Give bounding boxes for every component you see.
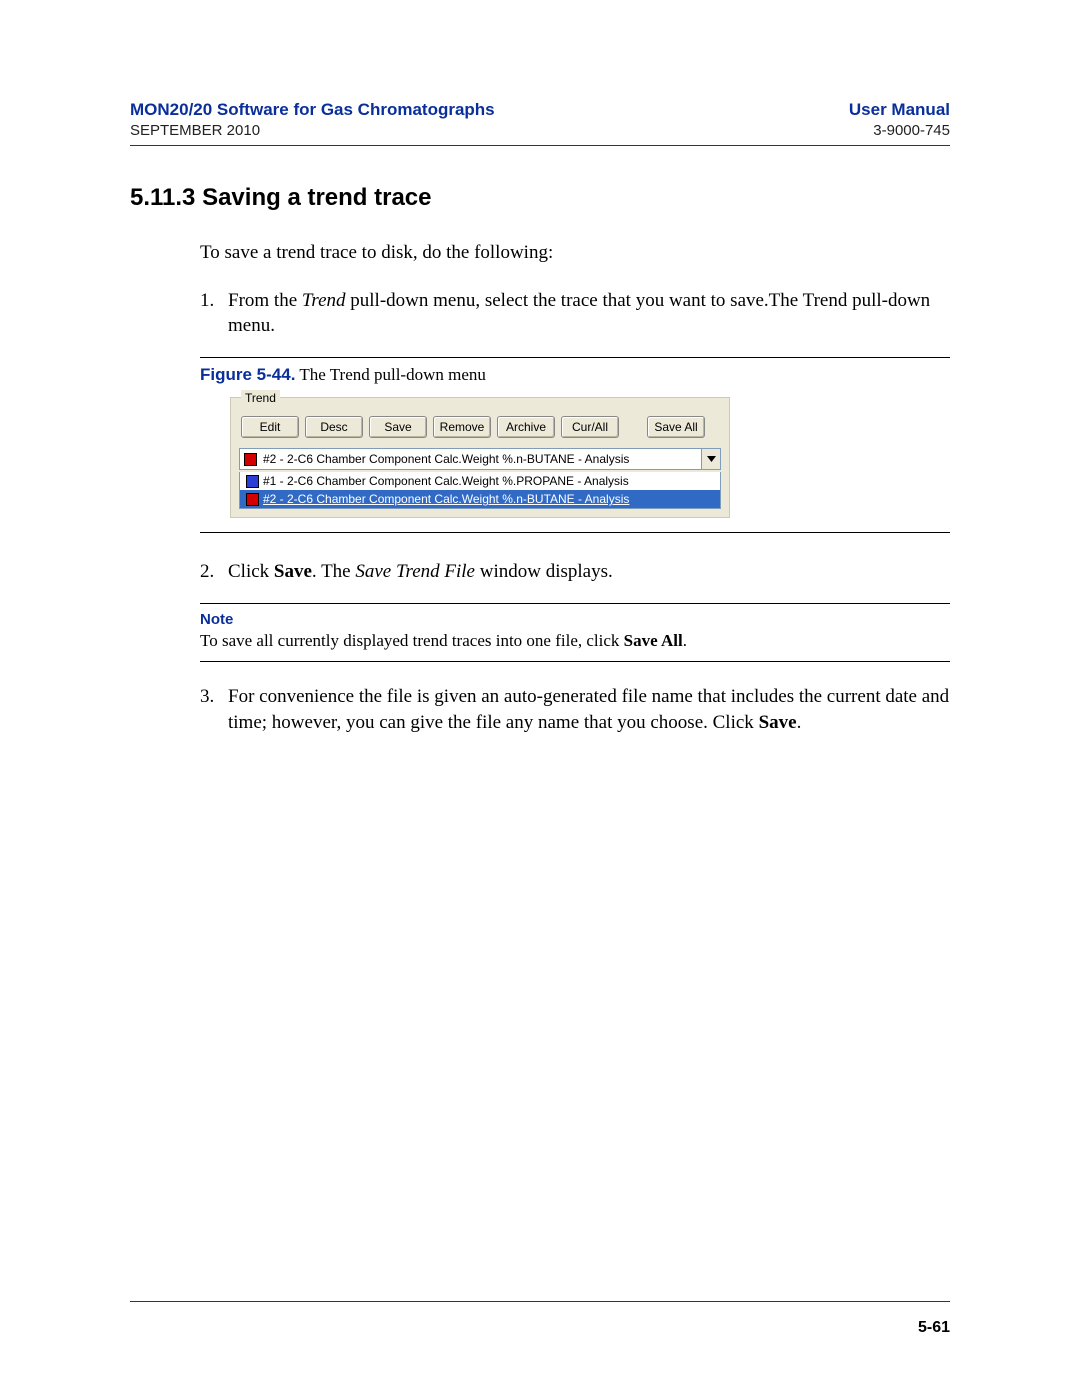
- section-heading: 5.11.3 Saving a trend trace: [130, 184, 950, 212]
- trace-option-2[interactable]: #2 - 2-C6 Chamber Component Calc.Weight …: [240, 490, 720, 508]
- section-title-text: Saving a trend trace: [202, 184, 431, 211]
- dropdown-arrow-icon[interactable]: [701, 449, 720, 469]
- step-2: 2. Click Save. The Save Trend File windo…: [200, 559, 950, 585]
- figure-caption: Figure 5-44. The Trend pull-down menu: [200, 364, 950, 387]
- desc-button[interactable]: Desc: [305, 416, 363, 438]
- trend-button-row: Edit Desc Save Remove Archive Cur/All Sa…: [241, 416, 719, 438]
- remove-button[interactable]: Remove: [433, 416, 491, 438]
- page-number: 5-61: [918, 1319, 950, 1337]
- step-3: 3. For convenience the file is given an …: [200, 684, 950, 735]
- trend-panel: Trend Edit Desc Save Remove Archive Cur/…: [230, 397, 730, 519]
- curall-button[interactable]: Cur/All: [561, 416, 619, 438]
- trace-color-swatch: [244, 453, 257, 466]
- trace-dropdown-text: #2 - 2-C6 Chamber Component Calc.Weight …: [261, 451, 701, 467]
- trace-option-1-swatch: [246, 475, 259, 488]
- archive-button[interactable]: Archive: [497, 416, 555, 438]
- trace-dropdown[interactable]: #2 - 2-C6 Chamber Component Calc.Weight …: [239, 448, 721, 470]
- section-number: 5.11.3: [130, 184, 195, 211]
- header-doc-type: User Manual: [849, 100, 950, 120]
- edit-button[interactable]: Edit: [241, 416, 299, 438]
- trace-dropdown-list: #1 - 2-C6 Chamber Component Calc.Weight …: [239, 472, 721, 509]
- page-header: MON20/20 Software for Gas Chromatographs…: [130, 100, 950, 120]
- intro-text: To save a trend trace to disk, do the fo…: [200, 240, 950, 266]
- figure-number: Figure 5-44.: [200, 365, 295, 384]
- trace-option-1[interactable]: #1 - 2-C6 Chamber Component Calc.Weight …: [240, 472, 720, 490]
- note-label: Note: [200, 610, 950, 630]
- step-1: 1. From the Trend pull-down menu, select…: [200, 288, 950, 339]
- body: To save a trend trace to disk, do the fo…: [200, 240, 950, 736]
- step-list-2: 2. Click Save. The Save Trend File windo…: [200, 559, 950, 585]
- note-block: Note To save all currently displayed tre…: [200, 603, 950, 662]
- footer-rule: [130, 1301, 950, 1302]
- trace-option-2-text: #2 - 2-C6 Chamber Component Calc.Weight …: [263, 491, 629, 507]
- trace-option-2-swatch: [246, 493, 259, 506]
- figure-5-44: Figure 5-44. The Trend pull-down menu Tr…: [200, 357, 950, 534]
- header-date: SEPTEMBER 2010: [130, 122, 260, 139]
- note-text: To save all currently displayed trend tr…: [200, 631, 687, 650]
- save-button[interactable]: Save: [369, 416, 427, 438]
- figure-caption-text: The Trend pull-down menu: [299, 365, 486, 384]
- step-list-3: 3. For convenience the file is given an …: [200, 684, 950, 735]
- step-list: 1. From the Trend pull-down menu, select…: [200, 288, 950, 339]
- header-product-title: MON20/20 Software for Gas Chromatographs: [130, 100, 495, 120]
- trend-panel-legend: Trend: [241, 390, 280, 406]
- header-docnum: 3-9000-745: [873, 122, 950, 139]
- figure-bottom-rule: [200, 532, 950, 533]
- saveall-button[interactable]: Save All: [647, 416, 705, 438]
- page-subheader: SEPTEMBER 2010 3-9000-745: [130, 122, 950, 146]
- trace-option-1-text: #1 - 2-C6 Chamber Component Calc.Weight …: [263, 473, 629, 489]
- manual-page: MON20/20 Software for Gas Chromatographs…: [0, 0, 1080, 1397]
